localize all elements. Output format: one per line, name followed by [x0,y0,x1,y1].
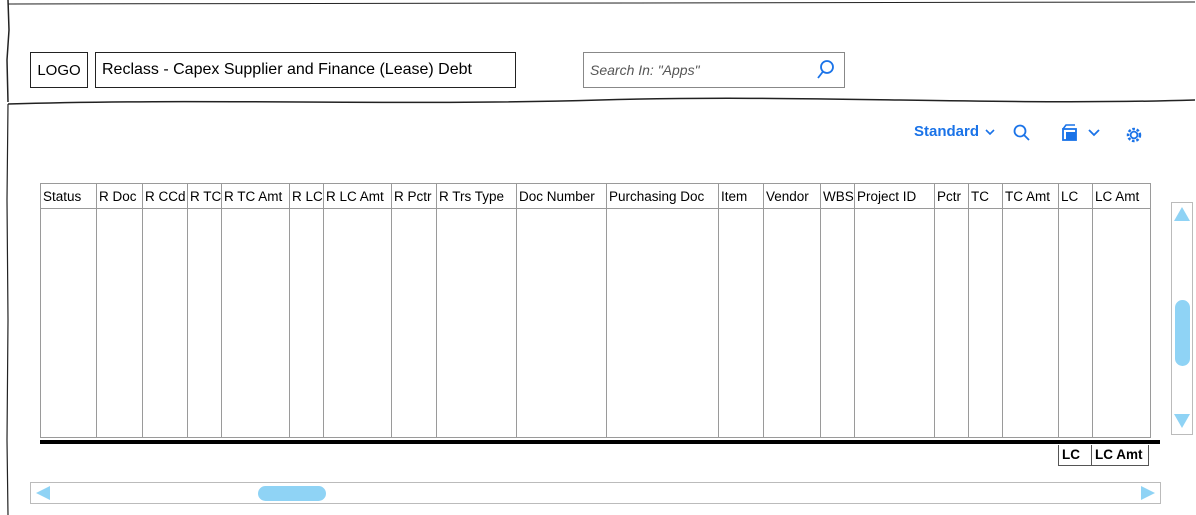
export-icon[interactable] [1060,123,1082,143]
column-header[interactable]: Vendor [763,183,821,209]
search-field[interactable] [583,52,845,88]
column-header[interactable]: R TC [187,183,222,209]
vertical-scrollbar[interactable] [1171,202,1193,435]
variant-label: Standard [914,123,980,140]
app-title-text: Reclass - Capex Supplier and Finance (Le… [102,61,472,78]
table-header-row: Status R Doc R CCd R TC R TC Amt R LC R … [40,183,1151,209]
scroll-left-arrow-icon[interactable] [36,486,50,500]
scroll-up-arrow-icon[interactable] [1174,207,1190,221]
table-divider [40,440,1160,444]
results-table: Status R Doc R CCd R TC R TC Amt R LC R … [40,183,1151,438]
column-header[interactable]: Doc Number [516,183,607,209]
column-header[interactable]: Pctr [934,183,969,209]
scroll-right-arrow-icon[interactable] [1141,486,1155,500]
column-header[interactable]: Status [40,183,97,209]
column-header[interactable]: LC Amt [1092,183,1151,209]
horizontal-scroll-thumb[interactable] [258,486,326,501]
search-input[interactable] [590,59,810,81]
chevron-down-icon [985,128,995,135]
search-icon[interactable] [1012,123,1032,143]
column-header[interactable]: R Doc [96,183,143,209]
column-header[interactable]: R LC [289,183,324,209]
column-header[interactable]: WBS [820,183,855,209]
total-lc-amt-cell: LC Amt [1092,445,1149,466]
search-icon[interactable] [816,59,836,81]
total-lc-cell: LC [1058,445,1092,466]
column-header[interactable]: R Pctr [391,183,437,209]
horizontal-scrollbar[interactable] [30,482,1161,504]
app-title: Reclass - Capex Supplier and Finance (Le… [95,52,516,88]
data-table: Status R Doc R CCd R TC R TC Amt R LC R … [40,183,1151,438]
variant-selector[interactable]: Standard [914,123,995,140]
table-body-empty-row [40,208,1151,438]
column-header[interactable]: Project ID [854,183,935,209]
scroll-down-arrow-icon[interactable] [1174,414,1190,428]
column-header[interactable]: R CCd [142,183,188,209]
column-header[interactable]: R LC Amt [323,183,392,209]
column-header[interactable]: LC [1058,183,1093,209]
column-header[interactable]: R Trs Type [436,183,517,209]
column-header[interactable]: Item [718,183,764,209]
column-header[interactable]: Purchasing Doc [606,183,719,209]
column-header[interactable]: TC [968,183,1003,209]
chevron-down-icon[interactable] [1087,128,1101,138]
column-header[interactable]: TC Amt [1002,183,1059,209]
table-toolbar: Standard [0,120,1196,150]
logo-label: LOGO [37,61,81,79]
settings-icon[interactable] [1124,125,1144,145]
column-header[interactable]: R TC Amt [221,183,290,209]
vertical-scroll-thumb[interactable] [1175,300,1190,367]
logo: LOGO [30,52,88,88]
